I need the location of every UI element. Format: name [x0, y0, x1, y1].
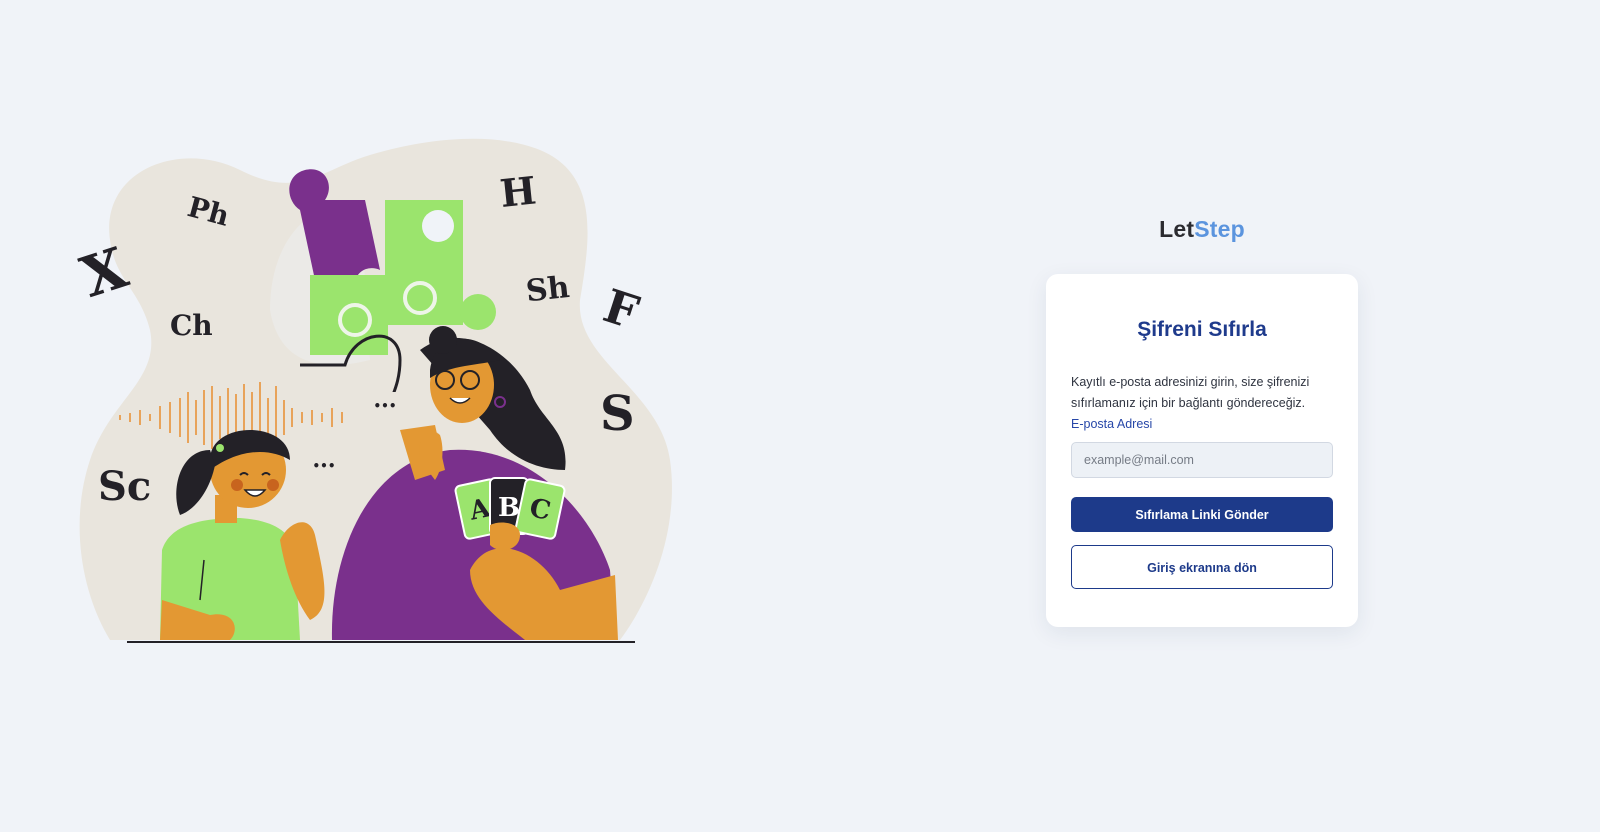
illustration-svg: ••• ••• X Ph Ch H Sh F S Sc A B C — [73, 138, 672, 643]
page-title: Şifreni Sıfırla — [1137, 318, 1267, 341]
forgot-password-page: ••• ••• X Ph Ch H Sh F S Sc A B C LetSte… — [0, 0, 1600, 832]
email-label: E-posta Adresi — [1071, 417, 1153, 431]
reset-password-card: Şifreni Sıfırla Kayıtlı e-posta adresini… — [1046, 274, 1358, 627]
speech-bubble-icon: ••• — [362, 392, 408, 418]
bubble-dots-1: ••• — [373, 399, 396, 413]
abc-cards-icon: A B C — [454, 477, 566, 551]
letter-f: F — [597, 278, 645, 340]
card-b: B — [498, 493, 520, 523]
brand-logo-part2: Step — [1194, 216, 1245, 242]
letter-sh: Sh — [524, 270, 571, 309]
learning-illustration: ••• ••• X Ph Ch H Sh F S Sc A B C — [70, 130, 690, 670]
send-reset-link-button[interactable]: Sıfırlama Linki Gönder — [1071, 497, 1333, 532]
letter-s: S — [600, 386, 635, 442]
speech-bubble-icon-2: ••• — [301, 452, 347, 478]
brand-logo-part1: Let — [1159, 216, 1195, 242]
letter-ch: Ch — [170, 309, 213, 342]
letter-h: H — [498, 167, 538, 216]
reset-description: Kayıtlı e-posta adresinizi girin, size ş… — [1071, 375, 1310, 410]
email-field[interactable] — [1071, 442, 1333, 478]
bubble-dots-2: ••• — [312, 459, 335, 473]
brand-logo: LetStep — [1046, 216, 1358, 243]
back-to-login-button[interactable]: Giriş ekranına dön — [1071, 545, 1333, 589]
letter-sc: Sc — [98, 463, 151, 510]
